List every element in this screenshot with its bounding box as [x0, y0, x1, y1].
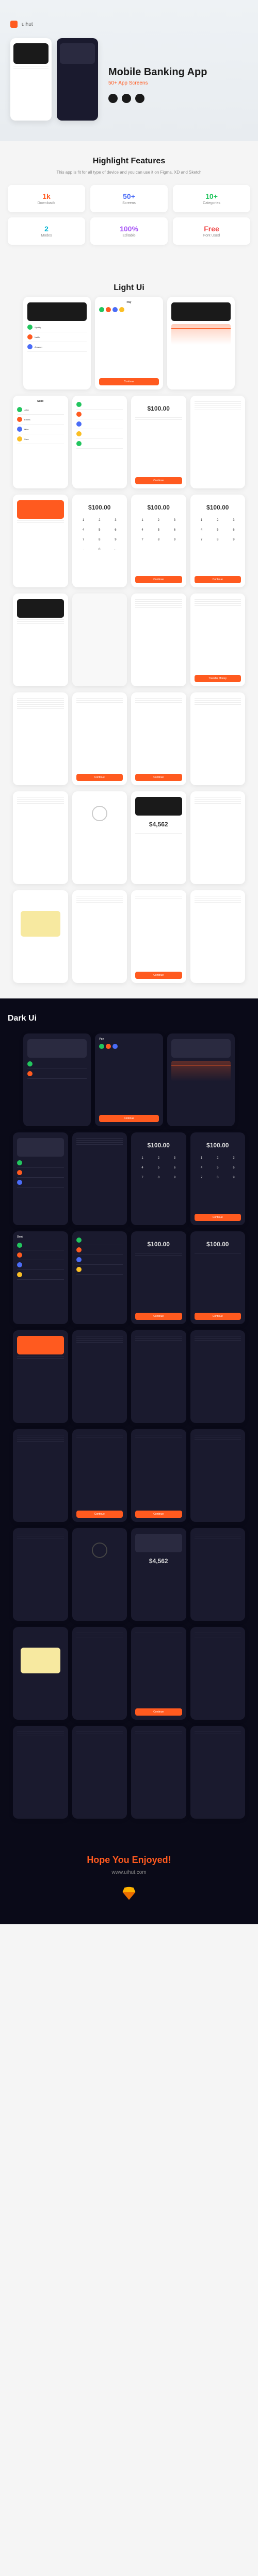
qr-code	[21, 911, 60, 937]
highlight-desc: This app is fit for all type of device a…	[8, 170, 250, 175]
screen-chart	[167, 297, 235, 389]
dark-screens-row2: Send $100.00Continue $100.00Continue	[8, 1231, 250, 1324]
light-screens-row5: $4,562	[8, 791, 250, 884]
logo: uihut	[10, 21, 248, 28]
light-screens-row3: Transfer Money	[8, 594, 250, 686]
light-screens-row2: $100.00123456789.0← $100.00123456789Cont…	[8, 495, 250, 587]
hero-mock-light	[10, 38, 52, 121]
light-screens-row4: Continue Continue	[8, 692, 250, 785]
highlight-title: Highlight Features	[8, 157, 250, 166]
fingerprint-icon	[92, 806, 107, 821]
screen-home: SpotifyNetflixAmazon	[23, 297, 91, 389]
platform-dots	[108, 94, 248, 103]
light-screens-row1: SendJohnEmmaMikeSara $100.00Continue	[8, 396, 250, 488]
dark-screens-row3	[8, 1330, 250, 1423]
screen-home-dark	[23, 1033, 91, 1126]
hero-subtitle: 50+ App Screens	[108, 80, 248, 86]
hero-mock-dark	[57, 38, 98, 121]
light-title: Light Ui	[8, 283, 250, 293]
dark-title: Dark Ui	[8, 1014, 250, 1023]
features-grid: 1kDownloads 50+Screens 10+Categories 2Mo…	[8, 185, 250, 245]
footer-title: Hope You Enjoyed!	[10, 1855, 248, 1866]
dark-screens-row7	[8, 1726, 250, 1819]
hero-title: Mobile Banking App	[108, 66, 248, 78]
light-screens-row6: Continue	[8, 890, 250, 983]
footer-url: www.uihut.com	[10, 1870, 248, 1875]
sketch-icon	[121, 1886, 137, 1901]
dark-screens-row5: $4,562	[8, 1528, 250, 1621]
dark-screens-row4: Continue Continue	[8, 1429, 250, 1522]
dark-screens-row1: $100.00123456789 $100.00123456789Continu…	[8, 1132, 250, 1225]
screen-pay: PayContinue	[95, 297, 163, 389]
dark-screens-row6: Continue	[8, 1627, 250, 1720]
